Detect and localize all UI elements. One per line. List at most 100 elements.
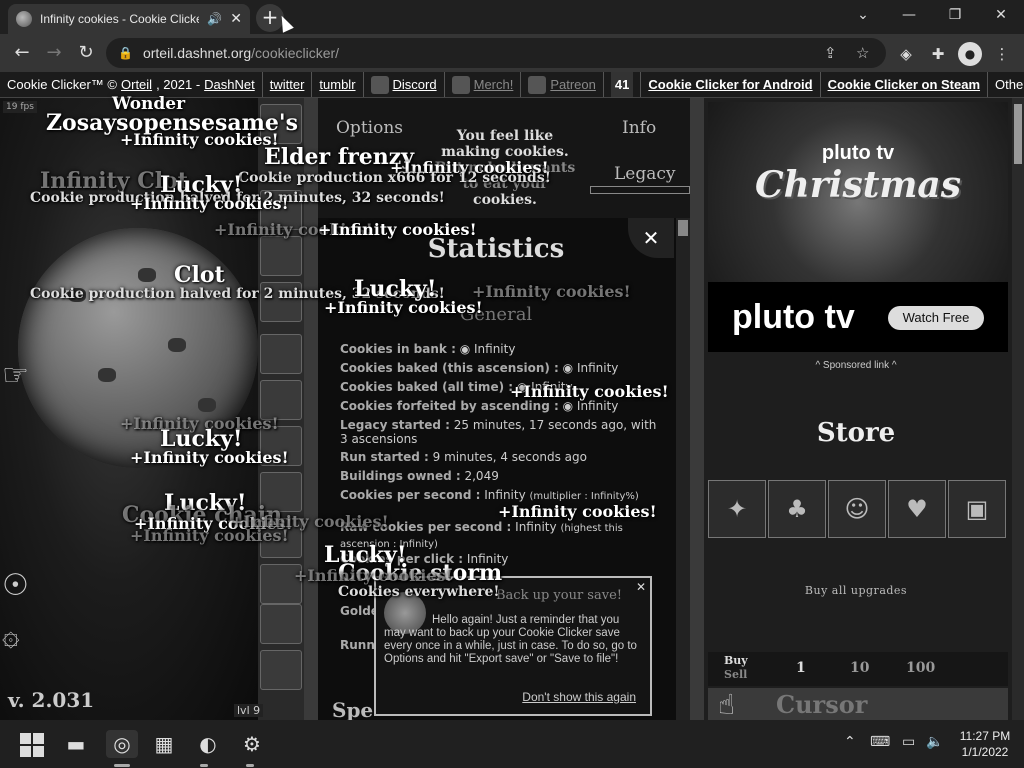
stat-value: Infinity [515, 520, 557, 534]
settings-gear-icon[interactable]: ⚙ [238, 730, 266, 758]
extension-puzzle-icon[interactable]: ◈ [894, 42, 918, 66]
discord-icon [370, 75, 389, 94]
system-clock[interactable]: 11:27 PM 1/1/2022 [950, 728, 1020, 760]
stat-row: Run started : 9 minutes, 4 seconds ago [340, 450, 660, 464]
cursor-building-icon: ☝ [718, 688, 736, 720]
amount-10-button[interactable]: 10 [850, 660, 869, 676]
merch-link[interactable]: Merch! [474, 72, 514, 97]
building-tile[interactable] [260, 604, 302, 644]
active-app-indicator [114, 764, 130, 767]
other-versions-link[interactable]: Other versions [995, 72, 1024, 97]
upgrade-ghost-icon[interactable]: ☺ [828, 480, 886, 538]
star-icon[interactable]: ☆ [856, 44, 869, 62]
building-cursor[interactable]: ☝ Cursor [708, 688, 1008, 720]
twitter-seg[interactable]: twitter [263, 72, 313, 97]
scroll-thumb[interactable] [1014, 104, 1022, 164]
discord-seg[interactable]: Discord [364, 72, 445, 97]
sell-toggle[interactable]: Sell [724, 668, 748, 682]
building-tile[interactable] [260, 650, 302, 690]
back-icon[interactable]: ← [8, 40, 36, 66]
stats-scrollbar[interactable] [676, 218, 690, 720]
windows-taskbar: ▬ ◎ ▦ ◐ ⚙ ⌃ ⌨ ▭ 🔈 11:27 PM 1/1/2022 [0, 720, 1024, 768]
options-button[interactable]: Options [336, 118, 403, 138]
android-link[interactable]: Cookie Clicker for Android [648, 72, 812, 97]
keyboard-icon[interactable]: ⌨ [870, 734, 890, 750]
network-icon[interactable]: ▭ [902, 734, 915, 750]
watch-free-button[interactable]: Watch Free [888, 306, 984, 330]
merch-seg[interactable]: Merch! [445, 72, 522, 97]
stat-label: Cookies baked (all time) : [340, 380, 514, 394]
buff-message: Cookie production x666 for 12 seconds! [238, 170, 551, 186]
url-domain: orteil.dashnet.org [142, 45, 252, 61]
restore-button[interactable]: ❐ [932, 0, 978, 30]
chevron-up-icon[interactable]: ⌃ [844, 734, 856, 750]
upgrade-box-icon[interactable]: ▣ [948, 480, 1006, 538]
reload-icon[interactable]: ↻ [72, 40, 100, 66]
buy-all-upgrades-button[interactable]: Buy all upgrades [704, 584, 1008, 597]
discord-link[interactable]: Discord [393, 72, 437, 97]
lock-icon[interactable]: 🔒 [118, 46, 133, 60]
forward-icon[interactable]: → [40, 40, 68, 66]
upgrades-row: ✦ ♣ ☺ ♥ ▣ [708, 480, 1008, 540]
scroll-thumb[interactable] [678, 220, 688, 236]
dashnet-link[interactable]: DashNet [204, 72, 255, 97]
building-tile[interactable] [260, 334, 302, 374]
android-seg[interactable]: Cookie Clicker for Android [641, 72, 821, 97]
twitter-link[interactable]: twitter [270, 72, 305, 97]
tumblr-seg[interactable]: tumblr [312, 72, 364, 97]
dragon-icon[interactable]: ۞ [2, 618, 20, 653]
patreon-seg[interactable]: Patreon [521, 72, 604, 97]
extensions-icon[interactable]: ✚ [926, 42, 950, 66]
start-windows-icon[interactable] [20, 733, 44, 757]
upgrade-sparkle-icon[interactable]: ✦ [708, 480, 766, 538]
stat-value: Infinity [484, 488, 526, 502]
steam-link[interactable]: Cookie Clicker on Steam [828, 72, 980, 97]
share-icon[interactable]: ⇪ [824, 44, 837, 62]
advertisement[interactable]: pluto tv Christmas pluto tv Watch Free [708, 102, 1008, 352]
cookie-chip [168, 338, 186, 352]
gain-popup: +Infinity cookies! [510, 382, 669, 401]
amount-1-button[interactable]: 1 [796, 660, 806, 676]
cookie-chip [138, 268, 156, 282]
stat-label: Run started : [340, 450, 429, 464]
gain-popup: +Infinity cookies! [294, 566, 453, 585]
close-notification-icon[interactable]: ✕ [636, 580, 646, 594]
steam-seg[interactable]: Cookie Clicker on Steam [821, 72, 989, 97]
notification-title: Back up your save! [496, 588, 622, 603]
url-path: /cookieclicker/ [251, 45, 340, 61]
upgrade-heart-icon[interactable]: ♥ [888, 480, 946, 538]
browser-tab[interactable]: Infinity cookies - Cookie Clicker 🔊 ✕ [8, 4, 250, 34]
info-button[interactable]: Info [622, 118, 656, 138]
speaker-icon[interactable]: 🔊 [207, 12, 222, 26]
versions-seg[interactable]: Other versions [988, 72, 1024, 97]
volume-icon[interactable]: 🔈 [926, 734, 943, 750]
eye-icon[interactable]: ☉ [2, 568, 29, 603]
file-explorer-icon[interactable]: ▬ [62, 730, 90, 758]
gain-popup: +Infinity cookies! [130, 194, 289, 213]
clock-time: 11:27 PM [959, 729, 1011, 743]
buy-toggle[interactable]: Buy [724, 654, 748, 668]
dont-show-again-link[interactable]: Don't show this again [522, 690, 636, 704]
amount-100-button[interactable]: 100 [906, 660, 935, 676]
building-tile[interactable] [260, 236, 302, 276]
profile-icon[interactable]: ● [958, 42, 982, 66]
close-window-button[interactable]: ✕ [978, 0, 1024, 30]
close-tab-icon[interactable]: ✕ [230, 11, 242, 27]
sponsored-link[interactable]: ^ Sponsored link ^ [704, 360, 1008, 371]
patreon-link[interactable]: Patreon [550, 72, 596, 97]
tab-search-icon[interactable]: ⌄ [840, 0, 886, 30]
legacy-button[interactable]: Legacy [614, 164, 676, 184]
menu-icon[interactable]: ⋮ [990, 42, 1014, 66]
stat-label: Cookies baked (this ascension) : [340, 361, 559, 375]
tumblr-link[interactable]: tumblr [319, 72, 355, 97]
buy-sell-toggle[interactable]: Buy Sell [724, 654, 748, 682]
store-icon[interactable]: ▦ [150, 730, 178, 758]
app-icon[interactable]: ◐ [194, 730, 222, 758]
upgrade-tree-icon[interactable]: ♣ [768, 480, 826, 538]
chrome-icon[interactable]: ◎ [106, 730, 138, 758]
badge-seg[interactable]: 41 [604, 72, 642, 97]
page-scrollbar[interactable] [1012, 98, 1024, 720]
url-bar[interactable]: 🔒 orteil.dashnet.org/cookieclicker/ ⇪ ☆ [106, 38, 886, 68]
minimize-button[interactable]: — [886, 0, 932, 30]
stat-value: Infinity [576, 399, 619, 413]
